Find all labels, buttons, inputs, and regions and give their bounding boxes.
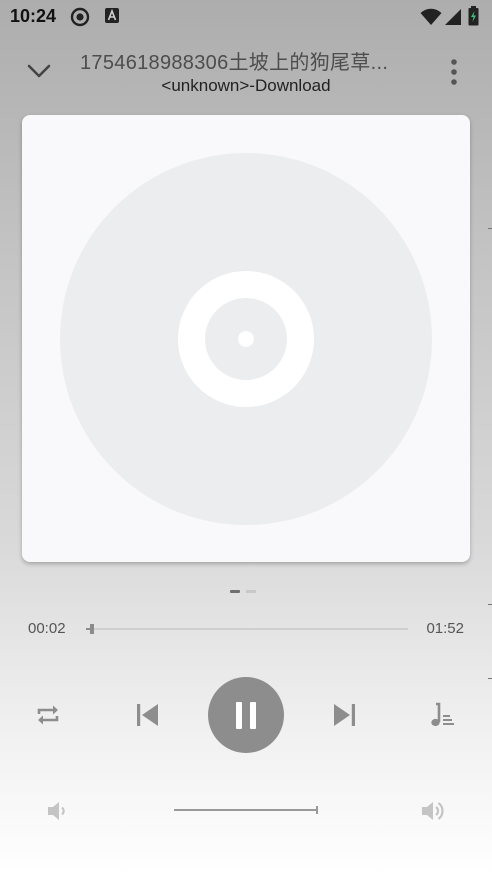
edge-mark (488, 228, 492, 229)
a-icon (104, 7, 120, 30)
seek-bar[interactable] (86, 620, 410, 638)
volume-slider[interactable] (174, 800, 320, 820)
playlist-music-icon (431, 702, 454, 727)
playlist-button[interactable] (428, 701, 456, 734)
player-header: 1754618988306土坡上的狗尾草... <unknown>-Downlo… (0, 38, 492, 102)
more-vertical-icon (451, 59, 457, 85)
volume-up-button[interactable] (420, 798, 448, 829)
page-dot (246, 590, 256, 593)
seek-thumb[interactable] (90, 624, 94, 634)
next-button[interactable] (330, 701, 358, 734)
song-title: 1754618988306土坡上的狗尾草... (80, 52, 389, 74)
battery-icon (468, 6, 479, 31)
volume-low-icon (48, 802, 65, 820)
collapse-button[interactable] (22, 56, 56, 86)
repeat-button[interactable] (34, 701, 62, 734)
disc-icon (60, 153, 432, 525)
skip-next-icon (334, 704, 355, 726)
seek-track (86, 628, 408, 630)
edge-mark (488, 678, 492, 679)
previous-button[interactable] (134, 701, 162, 734)
volume-track (174, 809, 318, 811)
volume-high-icon (422, 802, 444, 820)
volume-thumb[interactable] (316, 806, 318, 814)
song-subtitle: <unknown>-Download (161, 76, 331, 95)
volume-down-button[interactable] (46, 799, 70, 828)
skip-previous-icon (137, 704, 158, 726)
signal-icon (444, 8, 462, 31)
chevron-down-icon (27, 64, 51, 78)
status-bar: 10:24 (0, 0, 492, 34)
total-time: 01:52 (426, 620, 464, 637)
album-art-card[interactable] (22, 115, 470, 562)
page-dot-active (230, 590, 240, 593)
status-time: 10:24 (10, 6, 57, 26)
play-pause-button[interactable] (208, 677, 284, 753)
wifi-icon (420, 8, 442, 31)
more-options-button[interactable] (440, 54, 468, 90)
record-icon (70, 7, 90, 32)
edge-mark (488, 604, 492, 605)
repeat-icon (37, 705, 59, 725)
current-time: 00:02 (28, 620, 66, 637)
